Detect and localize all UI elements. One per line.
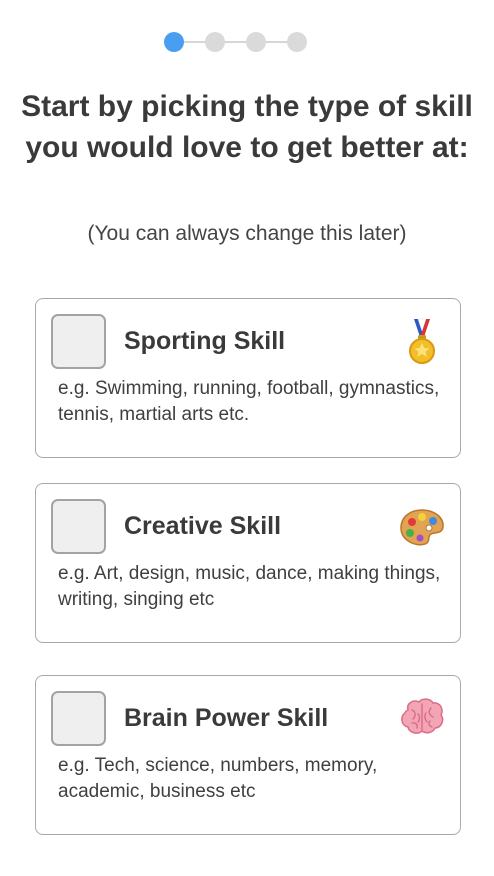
- sporting-skill-checkbox[interactable]: [51, 314, 106, 369]
- medal-icon: [398, 315, 446, 367]
- skill-card-brain-power[interactable]: Brain Power Skill e.g. Tech, science, nu…: [35, 675, 461, 835]
- step-dot-4: [287, 32, 307, 52]
- page-subtitle: (You can always change this later): [87, 222, 407, 245]
- skill-card-description: e.g. Swimming, running, football, gymnas…: [58, 378, 440, 425]
- skill-card-description: e.g. Tech, science, numbers, memory, aca…: [58, 755, 378, 802]
- palette-icon: [398, 500, 446, 552]
- creative-skill-checkbox[interactable]: [51, 499, 106, 554]
- skill-card-title: Brain Power Skill: [124, 704, 329, 732]
- progress-stepper: [164, 32, 308, 52]
- skill-picker-screen: Start by picking the type of skill you w…: [0, 0, 494, 876]
- skill-card-sporting[interactable]: Sporting Skill e.g. Swimming, running, f…: [35, 298, 461, 458]
- step-dot-2: [205, 32, 225, 52]
- skill-card-title: Sporting Skill: [124, 327, 286, 355]
- step-dot-3: [246, 32, 266, 52]
- skill-card-creative[interactable]: Creative Skill e.g. Art, design, music, …: [35, 483, 461, 643]
- stepper-line: [174, 41, 298, 43]
- brain-icon: [398, 692, 446, 744]
- brain-power-skill-checkbox[interactable]: [51, 691, 106, 746]
- skill-card-description: e.g. Art, design, music, dance, making t…: [58, 563, 441, 610]
- step-dot-1: [164, 32, 184, 52]
- page-title: Start by picking the type of skill you w…: [21, 90, 473, 164]
- skill-card-title: Creative Skill: [124, 512, 282, 540]
